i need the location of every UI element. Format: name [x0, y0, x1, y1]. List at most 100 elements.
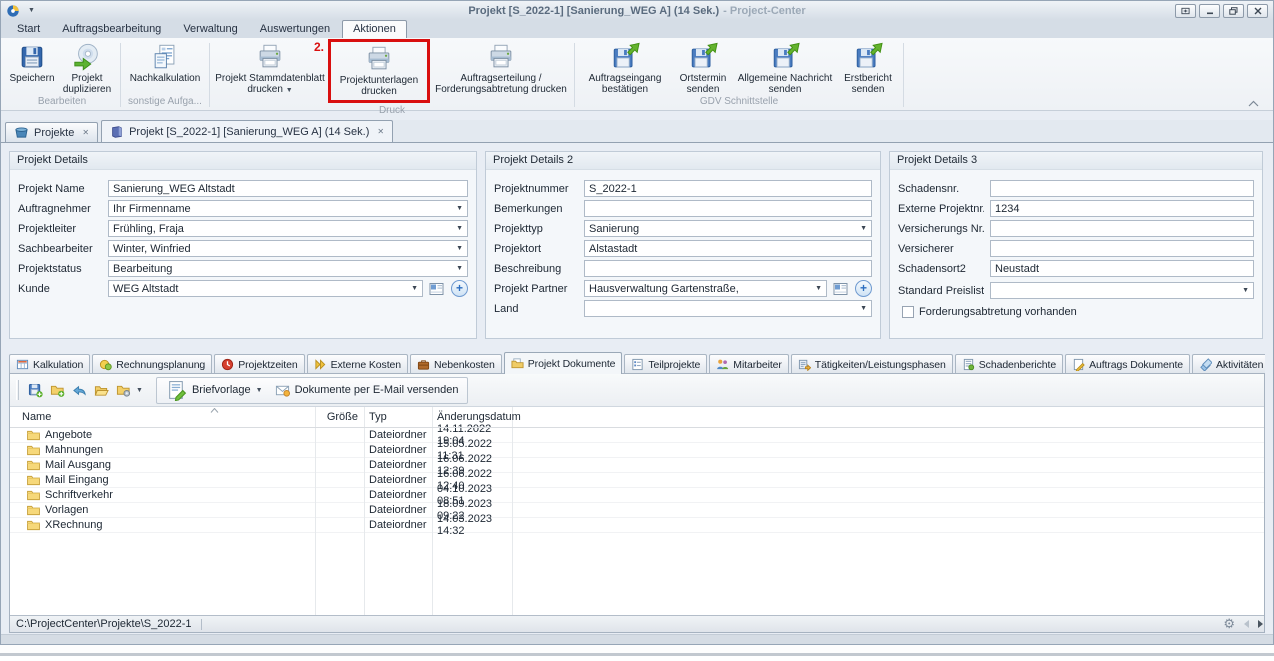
new-folder-icon[interactable]	[50, 383, 65, 398]
file-row[interactable]: Angebote Dateiordner 14.11.2022 19:04	[10, 428, 1264, 443]
ribbon-tab-auftragsbearbeitung[interactable]: Auftragsbearbeitung	[52, 21, 171, 38]
scroll-tabs-left-icon[interactable]	[1244, 620, 1249, 628]
close-button[interactable]	[1247, 4, 1268, 18]
close-tab-icon[interactable]: ✕	[82, 128, 89, 137]
chevron-down-icon[interactable]: ▼	[407, 285, 418, 292]
tab-nebenkosten[interactable]: Nebenkosten	[410, 354, 502, 374]
versicherer-input[interactable]	[990, 240, 1254, 257]
chevron-down-icon[interactable]: ▼	[452, 245, 463, 252]
sachbearbeiter-combobox[interactable]: Winter, Winfried▼	[108, 240, 468, 257]
projektnummer-input[interactable]: S_2022-1	[584, 180, 872, 197]
tab-kalkulation[interactable]: Kalkulation	[9, 354, 90, 374]
projektstatus-combobox[interactable]: Bearbeitung▼	[108, 260, 468, 277]
window-title: Projekt [S_2022-1] [Sanierung_WEG A] (14…	[1, 5, 1273, 17]
chevron-down-icon[interactable]: ▼	[856, 225, 867, 232]
file-row[interactable]: Mail Eingang Dateiordner 16.06.2022 12:4…	[10, 473, 1264, 488]
versicherungs-nr-input[interactable]	[990, 220, 1254, 237]
auftragseingang-bestaetigen-button[interactable]: Auftragseingang bestätigen	[579, 40, 671, 95]
projekt-name-input[interactable]: Sanierung_WEG Altstadt	[108, 180, 468, 197]
projektort-input[interactable]: Alstastadt	[584, 240, 872, 257]
file-row[interactable]: XRechnung Dateiordner 14.03.2023 14:32	[10, 518, 1264, 533]
fullscreen-button[interactable]	[1175, 4, 1196, 18]
projektunterlagen-drucken-button[interactable]: Projektunterlagen drucken	[331, 42, 427, 97]
quick-access-dropdown-icon[interactable]: ▼	[28, 7, 35, 14]
auftragnehmer-combobox[interactable]: Ihr Firmenname▼	[108, 200, 468, 217]
erstbericht-senden-button[interactable]: Erstbericht senden	[837, 40, 899, 95]
ribbon-tab-verwaltung[interactable]: Verwaltung	[173, 21, 247, 38]
save-document-icon[interactable]	[28, 383, 43, 398]
kunde-combobox[interactable]: WEG Altstadt▼	[108, 280, 423, 297]
tab-auftrags-dokumente[interactable]: Auftrags Dokumente	[1065, 354, 1190, 374]
column-header-groesse[interactable]: Größe	[315, 411, 364, 423]
tab-externe-kosten[interactable]: Externe Kosten	[307, 354, 408, 374]
folder-options-button[interactable]: ▼	[116, 383, 143, 398]
undo-arrow-icon[interactable]	[72, 383, 87, 398]
email-versenden-button[interactable]: Dokumente per E-Mail versenden	[275, 383, 459, 398]
minimize-button[interactable]	[1199, 4, 1220, 18]
speichern-button[interactable]: Speichern	[8, 40, 56, 95]
close-tab-icon[interactable]: ✕	[377, 127, 384, 136]
tab-projekt-active[interactable]: Projekt [S_2022-1] [Sanierung_WEG A] (14…	[101, 120, 393, 142]
chevron-down-icon[interactable]: ▼	[452, 205, 463, 212]
ribbon-tab-aktionen[interactable]: Aktionen	[342, 20, 407, 38]
panel-title: Projekt Details 2	[486, 152, 880, 170]
beschreibung-input[interactable]	[584, 260, 872, 277]
tab-projekte[interactable]: Projekte ✕	[5, 122, 98, 142]
land-combobox[interactable]: ▼	[584, 300, 872, 317]
file-name-cell: Angebote	[10, 429, 315, 441]
auftragserteilung-drucken-button[interactable]: Auftragserteilung / Forderungsabtretung …	[432, 40, 570, 104]
annotation-box: 2. Projektunterlagen drucken	[328, 39, 430, 103]
tab-teilprojekte[interactable]: Teilprojekte	[624, 354, 707, 374]
folder-icon	[27, 490, 40, 501]
file-row[interactable]: Schriftverkehr Dateiordner 04.10.2023 08…	[10, 488, 1264, 503]
partner-details-button[interactable]	[833, 282, 849, 296]
schadensort2-input[interactable]: Neustadt	[990, 260, 1254, 277]
briefvorlage-button[interactable]: Briefvorlage ▼	[166, 380, 263, 401]
column-header-typ[interactable]: Typ	[364, 411, 432, 423]
tab-projekt-dokumente[interactable]: Projekt Dokumente	[504, 352, 623, 374]
ortstermin-senden-button[interactable]: Ortstermin senden	[673, 40, 733, 95]
standard-preisliste-combobox[interactable]: ▼	[990, 282, 1254, 299]
allgemeine-nachricht-button[interactable]: Allgemeine Nachricht senden	[735, 40, 835, 95]
schadensnr-input[interactable]	[990, 180, 1254, 197]
chevron-down-icon[interactable]: ▼	[856, 305, 867, 312]
forderungsabtretung-checkbox[interactable]	[902, 306, 914, 318]
projekt-duplizieren-button[interactable]: Projekt duplizieren	[58, 40, 116, 95]
tab-taetigkeiten[interactable]: Tätigkeiten/Leistungsphasen	[791, 354, 953, 374]
tab-aktivitaeten[interactable]: Aktivitäten	[1192, 354, 1265, 374]
tab-schadenberichte[interactable]: Schadenberichte	[955, 354, 1063, 374]
scroll-tabs-right-icon[interactable]	[1258, 620, 1263, 628]
kunde-details-button[interactable]	[429, 282, 445, 296]
externe-projektnr-input[interactable]: 1234	[990, 200, 1254, 217]
field-label: Externe Projektnr.	[898, 203, 984, 215]
tab-projektzeiten[interactable]: Projektzeiten	[214, 354, 304, 374]
projekt-partner-combobox[interactable]: Hausverwaltung Gartenstraße,▼	[584, 280, 827, 297]
restore-button[interactable]	[1223, 4, 1244, 18]
open-folder-icon[interactable]	[94, 383, 109, 398]
ribbon-tab-auswertungen[interactable]: Auswertungen	[250, 21, 340, 38]
file-row[interactable]: Mail Ausgang Dateiordner 16.06.2022 12:3…	[10, 458, 1264, 473]
column-header-name[interactable]: Name	[10, 411, 315, 423]
chevron-down-icon[interactable]: ▼	[452, 265, 463, 272]
file-row[interactable]: Vorlagen Dateiordner 18.09.2023 09:22	[10, 503, 1264, 518]
chevron-down-icon[interactable]: ▼	[811, 285, 822, 292]
column-header-aenderungsdatum[interactable]: Änderungsdatum	[432, 411, 512, 423]
tab-mitarbeiter[interactable]: Mitarbeiter	[709, 354, 789, 374]
tab-rechnungsplanung[interactable]: Rechnungsplanung	[92, 354, 212, 374]
projekttyp-combobox[interactable]: Sanierung▼	[584, 220, 872, 237]
gear-icon[interactable]: ⚙	[1223, 617, 1235, 630]
stammdatenblatt-drucken-button[interactable]: Projekt Stammdatenblatt drucken ▼	[214, 40, 326, 104]
add-kunde-button[interactable]: +	[451, 280, 468, 297]
projektleiter-combobox[interactable]: Frühling, Fraja▼	[108, 220, 468, 237]
nachkalkulation-button[interactable]: Nachkalkulation	[125, 40, 205, 95]
toolbar-grip[interactable]	[16, 380, 19, 400]
chevron-down-icon[interactable]: ▼	[1238, 287, 1249, 294]
file-row[interactable]: Mahnungen Dateiordner 15.05.2022 11:31	[10, 443, 1264, 458]
add-partner-button[interactable]: +	[855, 280, 872, 297]
ribbon-tab-start[interactable]: Start	[7, 21, 50, 38]
folder-icon	[27, 475, 40, 486]
bemerkungen-input[interactable]	[584, 200, 872, 217]
collapse-ribbon-icon[interactable]	[1248, 100, 1259, 107]
chevron-down-icon[interactable]: ▼	[452, 225, 463, 232]
detail-tab-strip: Kalkulation Rechnungsplanung Projektzeit…	[9, 352, 1265, 374]
